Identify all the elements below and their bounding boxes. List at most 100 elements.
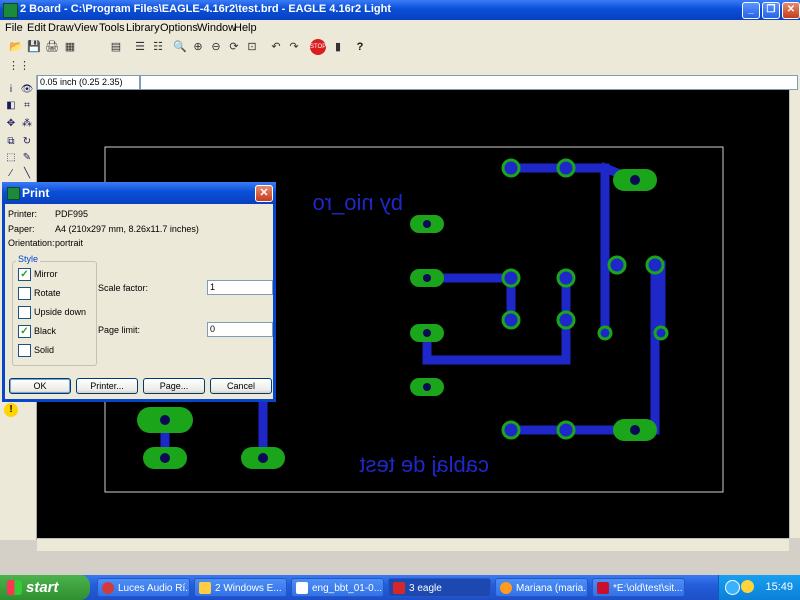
horizontal-scrollbar[interactable] xyxy=(37,538,789,551)
minimize-button[interactable]: _ xyxy=(742,2,760,19)
scale-factor-input[interactable]: 1 xyxy=(207,280,273,295)
solid-label[interactable]: Solid xyxy=(34,345,54,355)
mark-icon[interactable]: ⌗ xyxy=(20,99,34,113)
grid-coordinate-display: 0.05 inch (0.25 2.35) xyxy=(37,75,140,90)
close-button[interactable]: ✕ xyxy=(782,2,800,19)
window-title: 2 Board - C:\Program Files\EAGLE-4.16r2\… xyxy=(20,3,392,15)
window-titlebar[interactable]: 2 Board - C:\Program Files\EAGLE-4.16r2\… xyxy=(0,0,800,20)
messenger-tray-icon[interactable] xyxy=(741,580,754,593)
style-group-legend: Style xyxy=(16,254,41,264)
page-setup-button[interactable]: Page... xyxy=(143,378,205,394)
menu-tools[interactable]: Tools xyxy=(99,22,125,34)
display-icon[interactable]: ◧ xyxy=(4,99,18,113)
print-icon[interactable]: 🖨 xyxy=(44,39,60,55)
solid-checkbox[interactable] xyxy=(18,344,31,357)
network-icon[interactable] xyxy=(725,580,740,595)
restore-button[interactable]: ❐ xyxy=(762,2,780,19)
zoom-window-icon[interactable]: ⊡ xyxy=(244,39,260,55)
undo-icon[interactable]: ↶ xyxy=(268,39,284,55)
upside-down-checkbox[interactable] xyxy=(18,306,31,319)
help-icon[interactable]: ? xyxy=(352,39,368,55)
menu-options[interactable]: Options xyxy=(160,22,198,34)
move-icon[interactable]: ✥ xyxy=(4,117,18,131)
mirrored-label-bottom: cablaj de test xyxy=(359,452,489,477)
browser-icon xyxy=(102,582,114,594)
print-dialog-titlebar[interactable]: Print ✕ xyxy=(2,182,276,204)
group-icon[interactable]: ⬚ xyxy=(4,151,18,165)
show-icon[interactable]: 👁 xyxy=(20,83,34,97)
main-toolbar: 📂 💾 🖨 ▦ ▤ ☰ ☷ 🔍 ⊕ ⊖ ⟳ ⊡ ↶ ↷ STOP ▮ ? xyxy=(0,37,800,57)
copy-icon[interactable]: ⁂ xyxy=(20,117,34,131)
redo-icon[interactable]: ↷ xyxy=(286,39,302,55)
menu-window[interactable]: Window xyxy=(197,22,236,34)
wire-icon[interactable]: ∕ xyxy=(4,167,18,181)
printer-setup-button[interactable]: Printer... xyxy=(76,378,138,394)
warning-icon[interactable]: ! xyxy=(4,403,18,417)
start-button[interactable]: start xyxy=(0,575,90,600)
menu-draw[interactable]: Draw xyxy=(48,22,74,34)
open-icon[interactable]: 📂 xyxy=(8,39,24,55)
change-icon[interactable]: ✎ xyxy=(20,151,34,165)
run-icon[interactable]: ☷ xyxy=(150,39,166,55)
taskbar-button-label: Luces Audio Rí... xyxy=(118,583,190,594)
taskbar-button-old-test[interactable]: *E:\old\test\sit... xyxy=(592,578,685,597)
taskbar-button-eagle[interactable]: 3 eagle xyxy=(388,578,491,597)
taskbar-button-label: eng_bbt_01-0... xyxy=(312,583,383,594)
save-icon[interactable]: 💾 xyxy=(26,39,42,55)
menu-edit[interactable]: Edit xyxy=(27,22,46,34)
taskbar-button-luces[interactable]: Luces Audio Rí... xyxy=(97,578,190,597)
windows-logo-icon xyxy=(7,580,22,595)
command-row: 0.05 inch (0.25 2.35) xyxy=(0,75,800,90)
upside-down-label[interactable]: Upside down xyxy=(34,307,86,317)
print-dialog: Print ✕ Printer: PDF995 Paper: A4 (210x2… xyxy=(2,182,276,402)
menu-help[interactable]: Help xyxy=(234,22,257,34)
cancel-button[interactable]: Cancel xyxy=(210,378,272,394)
mirror-label[interactable]: Mirror xyxy=(34,269,58,279)
mirror-checkbox[interactable]: ✓ xyxy=(18,268,31,281)
paper-value: A4 (210x297 mm, 8.26x11.7 inches) xyxy=(55,224,199,234)
script-icon[interactable]: ☰ xyxy=(132,39,148,55)
zoom-in-icon[interactable]: ⊕ xyxy=(190,39,206,55)
schematic-icon[interactable]: ▤ xyxy=(108,39,124,55)
orientation-value: portrait xyxy=(55,238,84,248)
clock[interactable]: 15:49 xyxy=(765,575,793,600)
taskbar-button-windows-explorer[interactable]: 2 Windows E... xyxy=(194,578,287,597)
through-hole-pads xyxy=(501,158,669,440)
black-label[interactable]: Black xyxy=(34,326,56,336)
route-icon[interactable]: ╲ xyxy=(20,167,34,181)
taskbar: start Luces Audio Rí... 2 Windows E... e… xyxy=(0,575,800,600)
menu-library[interactable]: Library xyxy=(126,22,160,34)
menu-file[interactable]: File xyxy=(5,22,23,34)
mirror-icon[interactable]: ⧉ xyxy=(4,135,18,149)
info-icon[interactable]: i xyxy=(4,83,18,97)
rotate-checkbox[interactable] xyxy=(18,287,31,300)
zoom-fit-icon[interactable]: 🔍 xyxy=(172,39,188,55)
printer-label: Printer: xyxy=(8,209,38,219)
command-line-input[interactable] xyxy=(140,75,798,90)
cam-icon[interactable]: ▦ xyxy=(62,39,78,55)
folder-icon xyxy=(199,582,211,594)
zoom-redraw-icon[interactable]: ⟳ xyxy=(226,39,242,55)
vertical-scrollbar[interactable] xyxy=(789,90,800,538)
print-dialog-close-button[interactable]: ✕ xyxy=(255,185,273,202)
grid-icon[interactable]: ⋮⋮ xyxy=(8,58,30,74)
go-icon[interactable]: ▮ xyxy=(330,39,346,55)
zoom-out-icon[interactable]: ⊖ xyxy=(208,39,224,55)
taskbar-button-eng-bbt[interactable]: eng_bbt_01-0... xyxy=(291,578,384,597)
printer-value: PDF995 xyxy=(55,209,89,219)
taskbar-button-mariana[interactable]: Mariana (maria... xyxy=(495,578,588,597)
menu-view[interactable]: View xyxy=(74,22,98,34)
orientation-label: Orientation: xyxy=(8,238,55,248)
rotate-icon[interactable]: ↻ xyxy=(20,135,34,149)
print-dialog-title: Print xyxy=(22,186,50,200)
page-limit-input[interactable]: 0 xyxy=(207,322,273,337)
print-dialog-icon xyxy=(7,187,20,200)
black-checkbox[interactable]: ✓ xyxy=(18,325,31,338)
taskbar-button-label: 2 Windows E... xyxy=(215,583,282,594)
rotate-label[interactable]: Rotate xyxy=(34,288,61,298)
mirrored-label-top: by nio_ro xyxy=(312,190,403,215)
paper-label: Paper: xyxy=(8,224,35,234)
stop-icon[interactable]: STOP xyxy=(310,39,326,55)
ok-button[interactable]: OK xyxy=(9,378,71,394)
scale-factor-label: Scale factor: xyxy=(98,283,149,293)
